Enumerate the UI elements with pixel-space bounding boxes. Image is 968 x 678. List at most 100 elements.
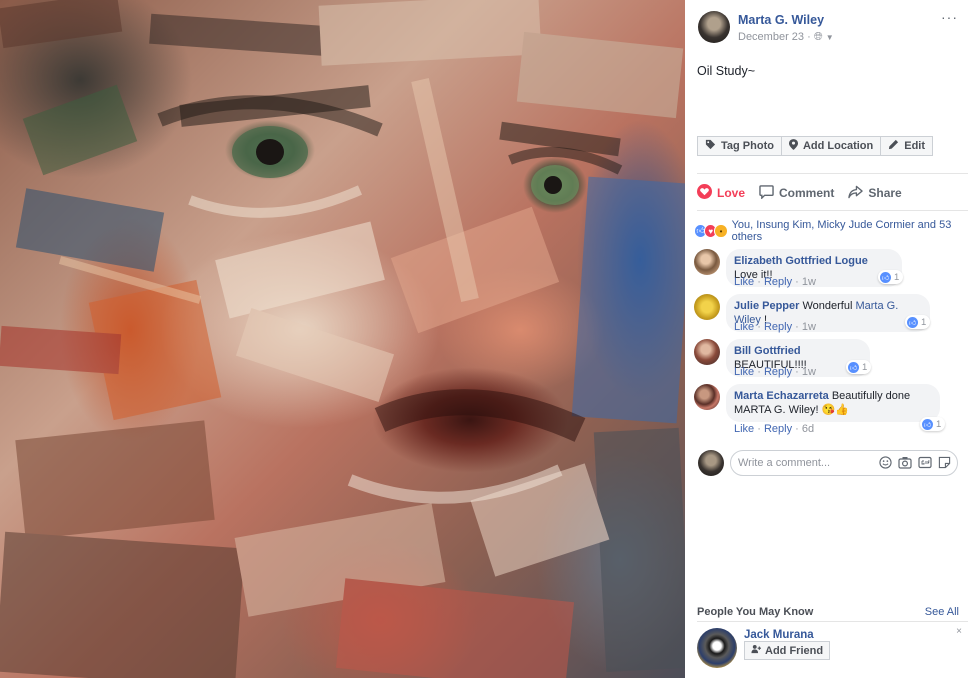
separator: · [795, 366, 799, 378]
divider [697, 621, 968, 622]
suggested-person-name[interactable]: Jack Murana [744, 629, 814, 641]
comment-reply-link[interactable]: Reply [764, 423, 792, 435]
reactions-summary[interactable]: 👍︎ ♥ • You, Insung Kim, Micky Jude Cormi… [694, 219, 968, 243]
comment-reply-link[interactable]: Reply [764, 321, 792, 333]
love-button[interactable]: Love [697, 184, 745, 202]
privacy-dropdown-icon[interactable]: ▼ [826, 33, 834, 42]
comment-reply-link[interactable]: Reply [764, 366, 792, 378]
comment-text-line2: MARTA G. Wiley! [734, 404, 819, 416]
gif-icon[interactable] [918, 456, 932, 472]
camera-icon[interactable] [898, 456, 912, 472]
separator: · [757, 276, 761, 288]
comment-input-tools [879, 456, 951, 472]
tag-photo-button[interactable]: Tag Photo [697, 136, 782, 156]
comment-time[interactable]: 1w [802, 321, 816, 333]
commenter-name[interactable]: Elizabeth Gottfried Logue [734, 255, 868, 267]
comment-text: Wonderful [802, 300, 853, 312]
comment-like-link[interactable]: Like [734, 276, 754, 288]
comment-actions: Like · Reply · 1w [734, 366, 816, 378]
painting-strokes [0, 0, 685, 678]
close-icon[interactable]: × [956, 626, 962, 637]
love-label: Love [717, 186, 746, 200]
comment-label: Comment [779, 186, 835, 200]
like-reaction-icon: 👍︎ [907, 316, 918, 328]
comment-actions: Like · Reply · 1w [734, 276, 816, 288]
commenter-avatar[interactable] [694, 384, 720, 410]
comment-button[interactable]: Comment [759, 184, 834, 202]
tag-photo-label: Tag Photo [721, 140, 774, 152]
comment-actions: Like · Reply · 6d [734, 423, 814, 435]
photo-action-bar: Tag Photo Add Location Edit [697, 136, 934, 156]
comment-time[interactable]: 1w [802, 276, 816, 288]
share-icon [848, 185, 864, 202]
comment-reaction-badge[interactable]: 👍︎ 1 [905, 315, 931, 329]
emoji-icon[interactable] [879, 456, 892, 472]
comment-like-link[interactable]: Like [734, 321, 754, 333]
add-location-label: Add Location [802, 140, 874, 152]
like-reaction-icon: 👍︎ [848, 361, 859, 373]
comment-like-link[interactable]: Like [734, 366, 754, 378]
separator: · [757, 366, 761, 378]
commenter-avatar[interactable] [694, 294, 720, 320]
author-avatar[interactable] [698, 11, 730, 43]
wow-reaction-icon: • [714, 224, 728, 238]
separator: · [757, 423, 761, 435]
comment-time[interactable]: 1w [802, 366, 816, 378]
reaction-count: 1 [936, 418, 942, 430]
comment-like-link[interactable]: Like [734, 423, 754, 435]
comment-icon [759, 184, 774, 202]
edit-button[interactable]: Edit [880, 136, 934, 156]
reaction-count: 1 [862, 361, 868, 373]
comment-reaction-badge[interactable]: 👍︎ 1 [878, 270, 904, 284]
pencil-icon [888, 139, 899, 153]
commenter-name[interactable]: Julie Pepper [734, 300, 799, 312]
comment-reply-link[interactable]: Reply [764, 276, 792, 288]
comment-bubble: Marta Echazarreta Beautifully done MARTA… [726, 384, 940, 422]
write-comment-row: Write a comment... [694, 449, 959, 477]
comment-input[interactable]: Write a comment... [730, 450, 958, 476]
sticker-icon[interactable] [938, 456, 951, 472]
location-pin-icon [788, 139, 798, 153]
pymk-heading: People You May Know [697, 606, 814, 618]
add-friend-button[interactable]: Add Friend [744, 641, 831, 660]
more-options-icon[interactable]: ··· [941, 9, 958, 25]
post-photo[interactable] [0, 0, 685, 678]
share-label: Share [868, 186, 902, 200]
add-friend-icon [751, 644, 761, 657]
add-location-button[interactable]: Add Location [780, 136, 882, 156]
reaction-count: 1 [921, 316, 927, 328]
comment-actions: Like · Reply · 1w [734, 321, 816, 333]
commenter-avatar[interactable] [694, 249, 720, 275]
post-caption: Oil Study~ [697, 64, 756, 78]
like-reaction-icon: 👍︎ [922, 418, 933, 430]
tag-icon [705, 139, 716, 153]
emoji-kiss-thumbs-icon: 😘👍 [821, 404, 850, 416]
see-all-link[interactable]: See All [925, 606, 959, 618]
comment-time[interactable]: 6d [802, 423, 814, 435]
meta-separator: · [807, 31, 811, 43]
like-reaction-icon: 👍︎ [880, 271, 891, 283]
comment-text: Beautifully done [831, 390, 911, 402]
current-user-avatar [698, 450, 724, 476]
add-friend-label: Add Friend [765, 644, 824, 657]
commenter-avatar[interactable] [694, 339, 720, 365]
separator: · [795, 321, 799, 333]
divider [697, 173, 968, 174]
comment-input-placeholder: Write a comment... [738, 457, 831, 469]
reactors-list[interactable]: You, Insung Kim, Micky Jude Cormier and … [732, 219, 968, 243]
post-author-name[interactable]: Marta G. Wiley [738, 13, 824, 27]
separator: · [795, 423, 799, 435]
globe-icon: 🌐︎ [813, 31, 823, 43]
separator: · [757, 321, 761, 333]
reaction-count: 1 [894, 271, 900, 283]
suggested-person-avatar[interactable] [697, 628, 737, 668]
comment-reaction-badge[interactable]: 👍︎ 1 [920, 417, 946, 431]
comment-reaction-badge[interactable]: 👍︎ 1 [846, 360, 872, 374]
post-meta: December 23 · 🌐︎ ▼ [738, 31, 834, 44]
post-date[interactable]: December 23 [738, 31, 804, 43]
commenter-name[interactable]: Marta Echazarreta [734, 390, 829, 402]
share-button[interactable]: Share [848, 184, 902, 202]
post-action-bar: Love Comment Share [697, 184, 916, 202]
divider [697, 210, 968, 211]
commenter-name[interactable]: Bill Gottfried [734, 345, 801, 357]
